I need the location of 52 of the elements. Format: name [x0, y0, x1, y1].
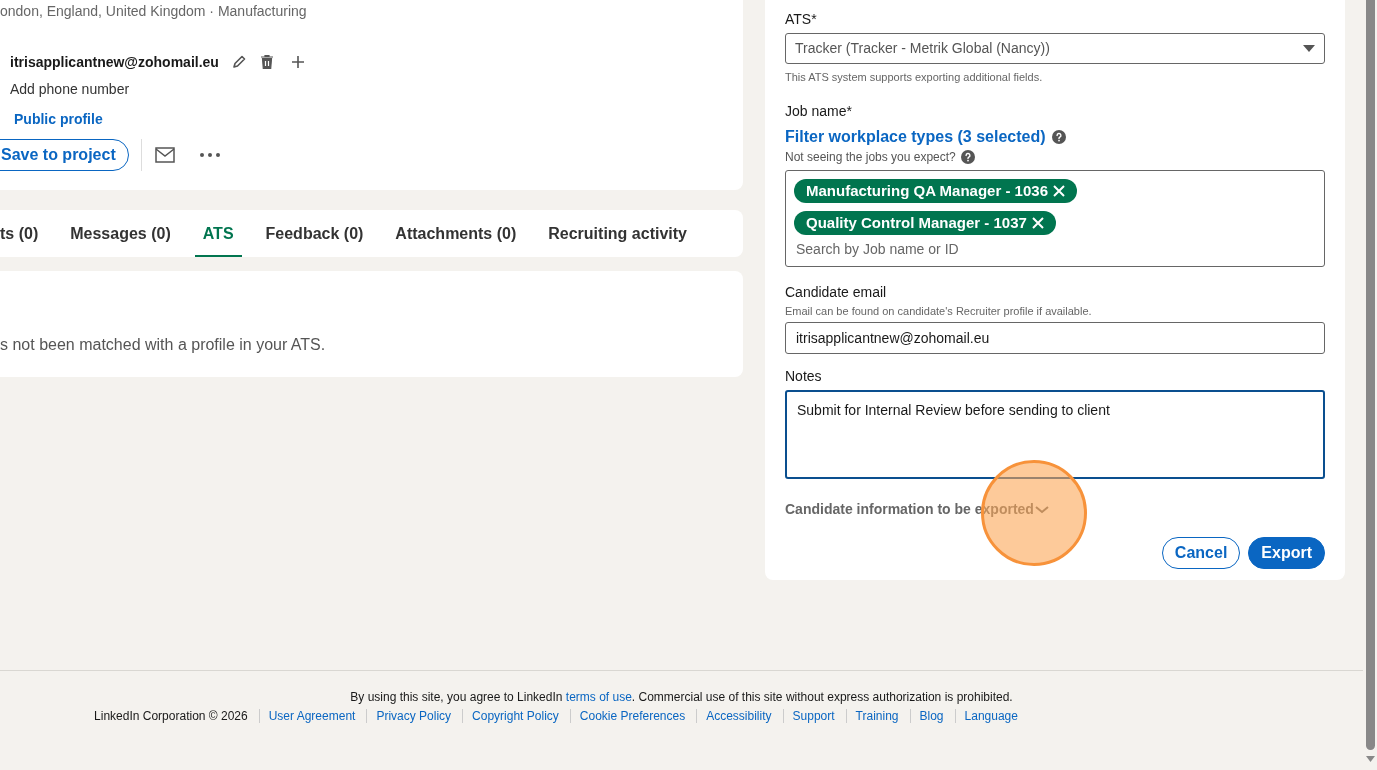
candidate-email-label: Candidate email — [785, 283, 888, 301]
footer-link[interactable]: Training — [855, 707, 899, 725]
email-hint: Email can be found on candidate's Recruiter profile if available. — [785, 304, 1093, 318]
filter-workplace-link[interactable]: Filter workplace types (3 selected) — [785, 127, 1046, 147]
terms-link[interactable]: terms of use — [565, 690, 632, 704]
remove-icon[interactable] — [1053, 185, 1065, 197]
tab[interactable]: Attachments (0) — [387, 210, 525, 257]
footer-link[interactable]: Support — [792, 707, 835, 725]
trash-icon[interactable] — [259, 54, 274, 70]
dropdown-caret-icon — [1303, 45, 1315, 52]
footer-link[interactable]: User Agreement — [268, 707, 356, 725]
job-hint: Not seeing the jobs you expect? — [785, 149, 956, 165]
chevron-icon — [1034, 505, 1049, 514]
mail-icon[interactable] — [154, 147, 175, 163]
remove-icon[interactable] — [1031, 217, 1044, 229]
tab[interactable]: Recruiting activity — [540, 210, 695, 257]
footer-link[interactable]: Blog — [919, 707, 944, 725]
footer-link[interactable]: Language — [964, 707, 1018, 725]
copyright-text: LinkedIn Corporation © 2026 — [94, 708, 248, 725]
help-icon — [960, 150, 975, 164]
footer-notice: By using this site, you agree to LinkedIn terms of use. Commercial use of this site without express authorization is prohibited. — [350, 689, 1013, 706]
pencil-icon[interactable] — [230, 54, 247, 70]
location-text: ondon, England, United Kingdom · Manufacturing — [0, 2, 308, 20]
tab[interactable]: ATS — [194, 210, 242, 257]
candidate-email-input[interactable]: itrisapplicantnew@zohomail.eu — [785, 322, 1325, 354]
add-phone-text[interactable]: Add phone number — [10, 79, 743, 99]
scroll-down-icon[interactable] — [1365, 756, 1375, 762]
job-pill[interactable]: Quality Control Manager - 1037 — [794, 211, 1056, 235]
export-button[interactable]: Export — [1248, 537, 1325, 569]
email-text: itrisapplicantnew@zohomail.eu — [10, 52, 219, 72]
tab[interactable]: Messages (0) — [62, 210, 179, 257]
notes-input[interactable]: Submit for Internal Review before sending to client — [785, 390, 1325, 479]
ats-label: ATS* — [785, 10, 818, 28]
job-search-input[interactable]: Search by Job name or ID — [794, 239, 1316, 260]
footer-link[interactable]: Accessibility — [706, 707, 772, 725]
plus-icon[interactable] — [290, 55, 305, 69]
ats-hint: This ATS system supports exporting additional fields. — [785, 70, 1044, 84]
public-profile-link[interactable]: Public profile — [14, 109, 103, 129]
ats-match-message: s not been matched with a profile in your ATS. — [0, 335, 326, 355]
footer-link[interactable]: Cookie Preferences — [579, 707, 686, 725]
footer-link[interactable]: Copyright Policy — [472, 707, 559, 725]
cancel-button[interactable]: Cancel — [1161, 537, 1241, 569]
footer-link[interactable]: Privacy Policy — [376, 707, 452, 725]
notes-label: Notes — [785, 367, 823, 385]
ats-select[interactable]: Tracker (Tracker - Metrik Global (Nancy)) — [785, 33, 1325, 64]
help-icon — [1051, 130, 1066, 144]
job-name-label: Job name* — [785, 102, 853, 120]
tab[interactable]: Feedback (0) — [257, 210, 372, 257]
job-pill[interactable]: Manufacturing QA Manager - 1036 — [794, 179, 1077, 203]
more-icon[interactable] — [198, 152, 221, 158]
tab[interactable]: ts (0) — [0, 210, 47, 257]
job-picker-field[interactable]: Manufacturing QA Manager - 1036 Quality Control Manager - 1037 Search by Job name or ID — [785, 170, 1325, 267]
